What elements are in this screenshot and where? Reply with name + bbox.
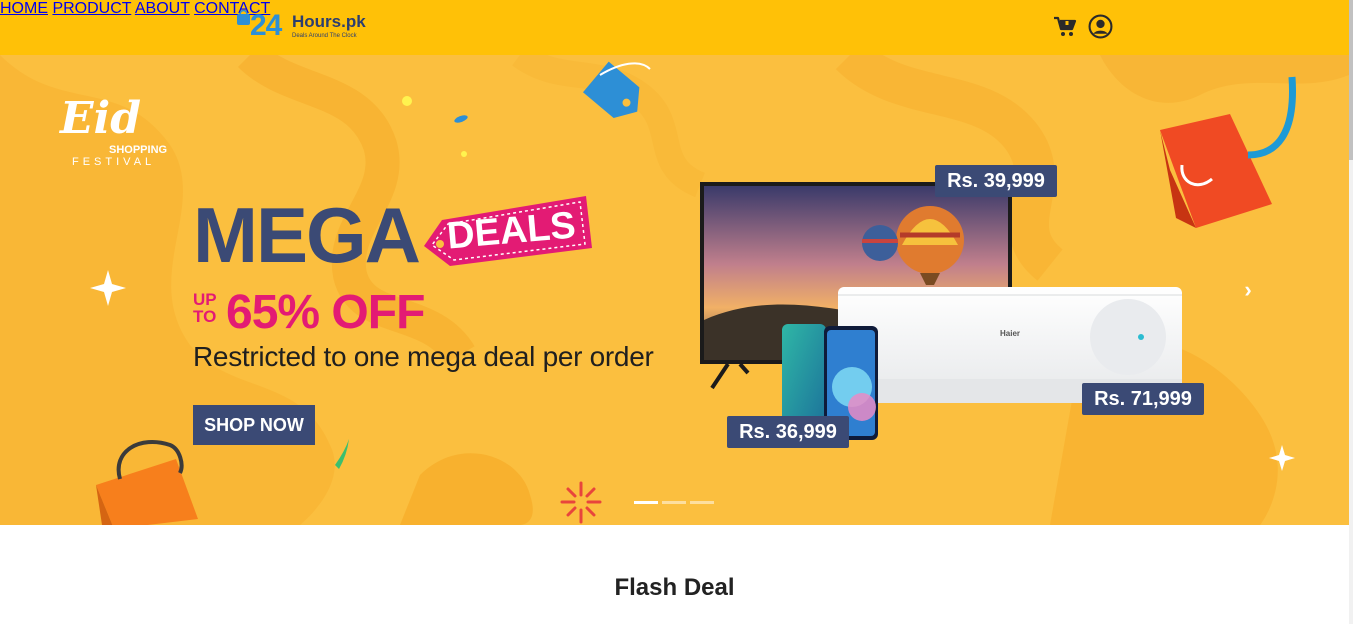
carousel-indicators [634,501,714,504]
main-nav: HOME PRODUCT ABOUT CONTACT [0,0,1349,18]
deals-tag: DEALS [420,192,592,266]
price-tag-tv: Rs. 39,999 [935,165,1057,197]
logo-wordmark: Hours.pk [292,12,366,31]
carousel-next-icon[interactable]: › [1238,277,1258,303]
nav-about[interactable]: ABOUT [135,0,190,17]
up-to-label: UP TO [193,291,217,325]
top-navbar: 24 Hours.pk Deals Around The Clock HOME … [0,0,1349,55]
scrollbar-thumb[interactable] [1349,0,1353,160]
price-tag-ac: Rs. 71,999 [1082,383,1204,415]
nav-product[interactable]: PRODUCT [52,0,131,17]
logo-mark: 24 [250,9,282,42]
mega-headline: MEGA [193,191,421,279]
to-text: TO [193,307,217,326]
hero-carousel: Eid SHOPPING FESTIVAL MEGA DEALS UP TO 6… [0,55,1349,525]
eid-festival-badge: Eid SHOPPING FESTIVAL [56,93,196,173]
restriction-text: Restricted to one mega deal per order [193,341,654,372]
eid-festival-text: FESTIVAL [72,156,156,168]
user-circle-icon[interactable] [1088,14,1113,39]
discount-headline: 65% OFF [226,286,425,339]
carousel-indicator[interactable] [690,501,714,504]
shop-now-button[interactable]: SHOP NOW [193,405,315,445]
logo-tagline: Deals Around The Clock [292,33,357,39]
nav-home[interactable]: HOME [0,0,48,17]
price-tag-phone: Rs. 36,999 [727,416,849,448]
flash-deal-heading: Flash Deal [614,574,735,601]
eid-script-text: Eid [60,93,142,144]
carousel-indicator[interactable] [634,501,658,504]
ac-brand-label: Haier [1000,329,1021,338]
carousel-indicator[interactable] [662,501,686,504]
eid-shopping-text: SHOPPING [109,144,168,156]
site-logo[interactable]: 24 Hours.pk Deals Around The Clock [236,8,366,44]
page-scrollbar[interactable] [1349,0,1353,624]
cart-icon[interactable] [1053,16,1077,38]
